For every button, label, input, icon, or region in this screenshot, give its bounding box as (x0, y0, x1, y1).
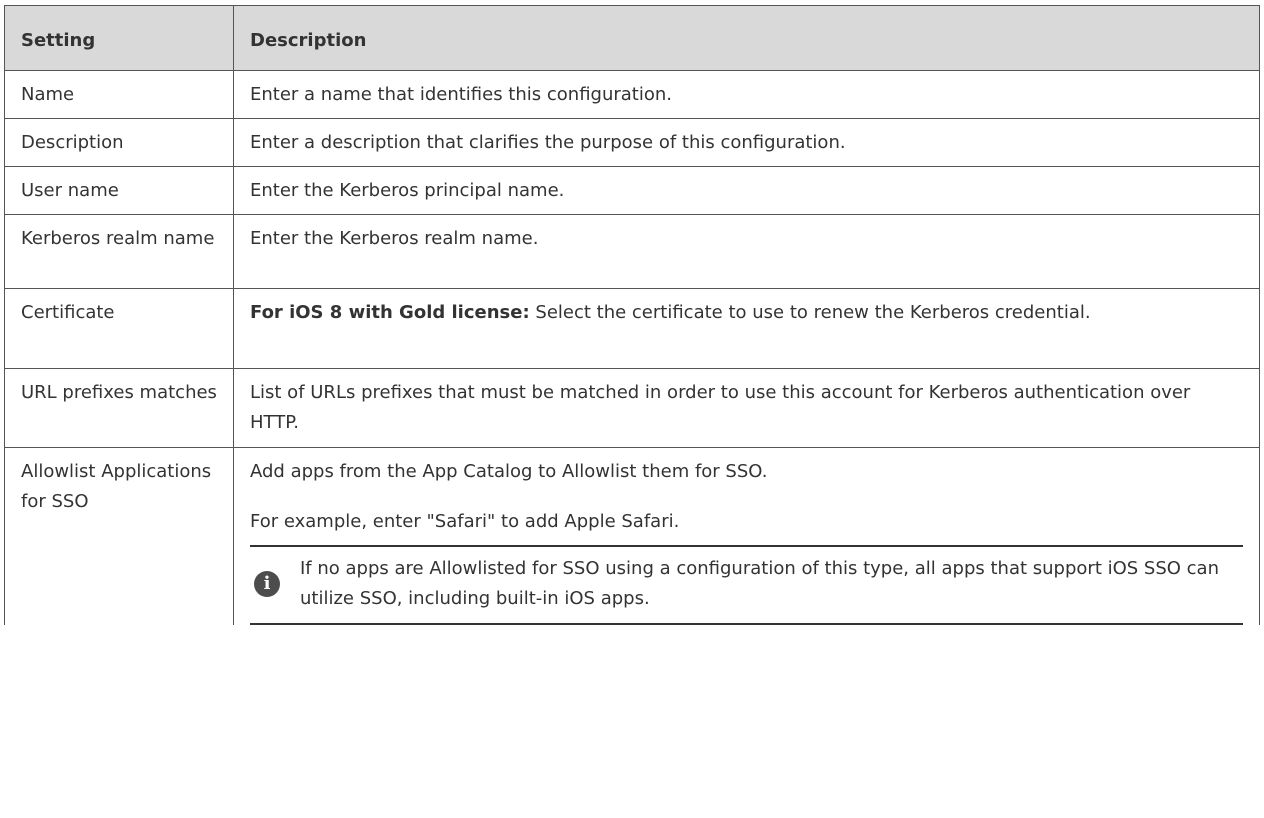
gold-license-label: For iOS 8 with Gold license: (250, 302, 530, 323)
description-cell: For iOS 8 with Gold license: Select the … (233, 288, 1260, 369)
description-cell: Enter the Kerberos principal name. (233, 166, 1260, 215)
table-row: Certificate For iOS 8 with Gold license:… (4, 288, 1260, 369)
info-icon: i (254, 571, 280, 597)
table-row: URL prefixes matches List of URLs prefix… (4, 368, 1260, 448)
setting-cell: Certificate (4, 288, 234, 369)
table-row: Allowlist Applications for SSO Add apps … (4, 447, 1260, 625)
setting-cell: URL prefixes matches (4, 368, 234, 448)
setting-cell: Name (4, 70, 234, 119)
description-cell: Enter the Kerberos realm name. (233, 214, 1260, 289)
note-box: i If no apps are Allowlisted for SSO usi… (250, 545, 1243, 625)
description-cell: List of URLs prefixes that must be match… (233, 368, 1260, 448)
setting-cell: User name (4, 166, 234, 215)
description-cell: Enter a description that clarifies the p… (233, 118, 1260, 167)
table-row: Name Enter a name that identifies this c… (4, 70, 1260, 119)
setting-cell: Allowlist Applications for SSO (4, 447, 234, 625)
header-setting: Setting (4, 5, 234, 71)
example-text: For example, enter "Safari" to add Apple… (250, 511, 680, 532)
description-cell: Enter a name that identifies this config… (233, 70, 1260, 119)
header-description: Description (233, 5, 1260, 71)
setting-cell: Description (4, 118, 234, 167)
description-cell: Add apps from the App Catalog to Allowli… (233, 447, 1260, 625)
settings-table: Setting Description Name Enter a name th… (4, 5, 1260, 625)
note-text: If no apps are Allowlisted for SSO using… (300, 558, 1219, 609)
table-row: Description Enter a description that cla… (4, 118, 1260, 167)
table-header-row: Setting Description (4, 5, 1260, 71)
table-row: Kerberos realm name Enter the Kerberos r… (4, 214, 1260, 289)
table-row: User name Enter the Kerberos principal n… (4, 166, 1260, 215)
setting-cell: Kerberos realm name (4, 214, 234, 289)
